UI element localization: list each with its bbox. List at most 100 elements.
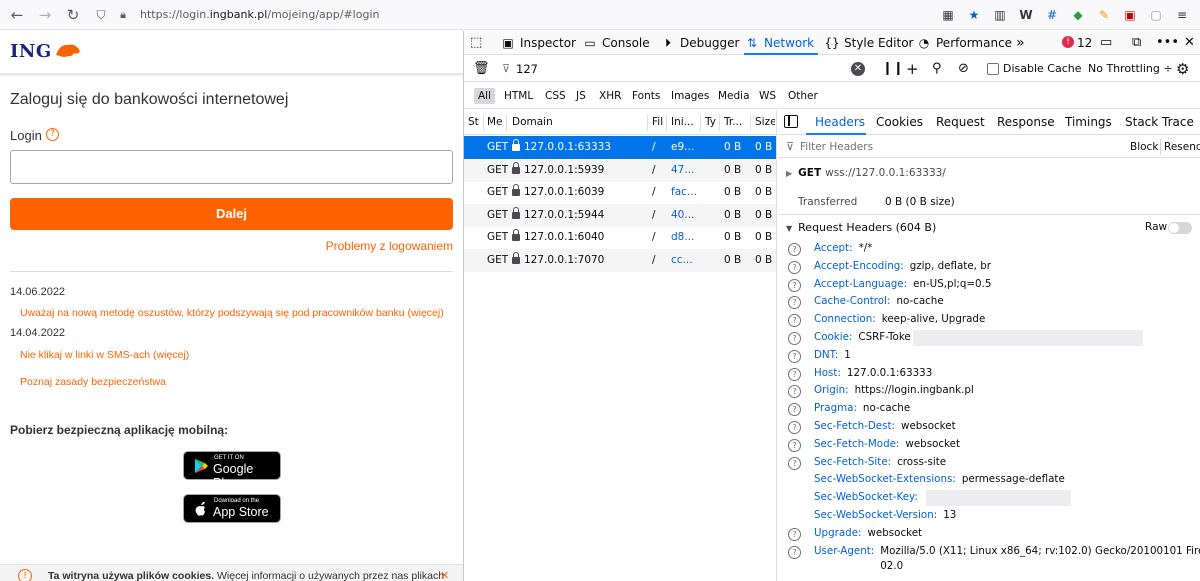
header-row[interactable]: ? Connection: keep-alive, Upgrade	[778, 311, 1200, 329]
header-row[interactable]: ? Cache-Control: no-cache	[778, 293, 1200, 311]
header-row[interactable]: ? DNT: 1	[778, 347, 1200, 365]
back-icon[interactable]: ←	[6, 4, 28, 26]
header-row[interactable]: ? Accept-Encoding: gzip, deflate, br	[778, 258, 1200, 276]
tab-style-editor[interactable]: {} Style Editor	[824, 31, 913, 55]
header-row[interactable]: Sec-WebSocket-Extensions: permessage-defl…	[778, 471, 1200, 489]
tab-debugger[interactable]: ⏵ Debugger	[660, 31, 739, 55]
throttling-select[interactable]: No Throttling ÷	[1088, 56, 1173, 82]
header-row[interactable]: Sec-WebSocket-Key:	[778, 489, 1200, 507]
tab-console[interactable]: ▭ Console	[582, 31, 649, 55]
tab-network[interactable]: ⇅ Network	[744, 31, 814, 55]
submit-button[interactable]: Dalej	[10, 198, 453, 230]
expand-arrow-icon[interactable]: ▶	[786, 169, 792, 178]
w-extension-icon[interactable]: W	[1016, 5, 1036, 25]
tab-stack-trace[interactable]: Stack Trace	[1125, 110, 1194, 134]
col-method[interactable]: Me	[487, 110, 505, 135]
security-rules-link[interactable]: Poznaj zasady bezpieczeństwa	[20, 376, 166, 388]
help-icon[interactable]: ?	[46, 128, 59, 141]
tab-inspector[interactable]: ▣ Inspector	[500, 31, 576, 55]
tab-cookies[interactable]: Cookies	[876, 110, 923, 134]
table-row[interactable]: GET 127.0.0.1:7070 / cc... 0 B 0 B	[464, 249, 776, 272]
column-divider[interactable]	[750, 114, 751, 131]
bookmark-star-icon[interactable]: ★	[964, 5, 984, 25]
more-options-icon[interactable]: •••	[1156, 31, 1179, 55]
raw-toggle[interactable]	[1168, 222, 1192, 234]
header-row[interactable]: ? Pragma: no-cache	[778, 400, 1200, 418]
lock-icon[interactable]: 🔒︎	[112, 4, 134, 26]
help-icon[interactable]: ?	[788, 403, 801, 417]
summary-url[interactable]: ▶ GET wss://127.0.0.1:63333/	[786, 167, 946, 179]
help-icon[interactable]: ?	[788, 545, 801, 559]
tab-timings[interactable]: Timings	[1065, 110, 1112, 134]
header-row[interactable]: ? Origin: https://login.ingbank.pl	[778, 382, 1200, 400]
type-filter-xhr[interactable]: XHR	[595, 88, 625, 104]
header-row[interactable]: ? Host: 127.0.0.1:63333	[778, 365, 1200, 383]
help-icon[interactable]: ?	[788, 332, 801, 345]
paint-extension-icon[interactable]: ✎	[1094, 5, 1114, 25]
help-icon[interactable]: ?	[788, 243, 801, 256]
type-filter-all[interactable]: All	[474, 88, 496, 104]
add-icon[interactable]: +	[906, 56, 919, 82]
col-size[interactable]: Size	[755, 110, 775, 135]
column-divider[interactable]	[700, 114, 701, 131]
help-icon[interactable]: ?	[788, 527, 801, 541]
filter-urls-input[interactable]: 127	[516, 56, 538, 82]
help-icon[interactable]: ?	[788, 260, 801, 274]
tab-request[interactable]: Request	[936, 110, 985, 134]
close-devtools-icon[interactable]: ✕	[1184, 31, 1195, 55]
header-row[interactable]: ? Accept: */*	[778, 240, 1200, 258]
column-divider[interactable]	[483, 114, 484, 131]
table-row[interactable]: GET 127.0.0.1:6040 / d8... 0 B 0 B	[464, 226, 776, 249]
type-filter-css[interactable]: CSS	[541, 88, 570, 104]
header-row[interactable]: Sec-WebSocket-Version: 13	[778, 507, 1200, 525]
search-icon[interactable]: ⚲	[932, 56, 942, 82]
clear-filter-icon[interactable]: ✕	[851, 62, 865, 76]
ing-logo[interactable]: ING	[10, 41, 52, 62]
table-row[interactable]: GET 127.0.0.1:63333 / e9... 0 B 0 B	[464, 136, 776, 159]
tab-headers[interactable]: Headers	[815, 110, 865, 134]
gear-icon[interactable]: ⚙	[1176, 56, 1189, 82]
column-divider[interactable]	[647, 114, 648, 131]
col-initiator[interactable]: Ini...	[671, 110, 699, 135]
type-filter-media[interactable]: Media	[714, 88, 754, 104]
error-icon[interactable]: !	[1062, 36, 1074, 48]
help-icon[interactable]: ?	[788, 349, 801, 363]
more-tabs-icon[interactable]: »	[1016, 31, 1025, 55]
element-picker-icon[interactable]: ⬚	[470, 31, 482, 55]
login-input[interactable]	[10, 150, 453, 184]
pause-icon[interactable]: ❙❙	[882, 56, 904, 82]
request-headers-section[interactable]: ▼ Request Headers (604 B)	[786, 221, 936, 234]
app-store-badge[interactable]: Download on the App Store	[183, 494, 281, 523]
responsive-mode-icon[interactable]: ▭	[1100, 31, 1112, 55]
type-filter-html[interactable]: HTML	[500, 88, 537, 104]
error-count[interactable]: 12	[1077, 31, 1092, 55]
help-icon[interactable]: ?	[788, 278, 801, 292]
header-row[interactable]: ? Upgrade: websocket	[778, 525, 1200, 543]
column-divider[interactable]	[719, 114, 720, 131]
type-filter-images[interactable]: Images	[667, 88, 713, 104]
news-link[interactable]: Uważaj na nową metodę oszustów, którzy p…	[20, 307, 444, 319]
col-status[interactable]: St	[468, 110, 483, 135]
disable-cache-label[interactable]: Disable Cache	[1003, 56, 1082, 82]
toggle-sidebar-icon[interactable]	[784, 115, 798, 128]
type-filter-other[interactable]: Other	[784, 88, 822, 104]
disable-cache-checkbox[interactable]	[987, 63, 999, 75]
help-icon[interactable]: ?	[788, 421, 801, 434]
close-icon[interactable]: ✕	[440, 569, 449, 581]
help-icon[interactable]: ?	[788, 385, 801, 399]
col-transferred[interactable]: Tr...	[724, 110, 748, 135]
help-icon[interactable]: ?	[788, 296, 801, 310]
header-row[interactable]: ? Sec-Fetch-Dest: websocket	[778, 418, 1200, 436]
dock-icon[interactable]: ⧉	[1132, 31, 1141, 55]
login-problems-link[interactable]: Problemy z logowaniem	[326, 239, 453, 253]
google-play-badge[interactable]: GET IT ON Google Play	[183, 451, 281, 490]
help-icon[interactable]: ?	[788, 438, 801, 452]
qr-icon[interactable]: ▦	[938, 5, 958, 25]
puzzle-extension-icon[interactable]: ◆	[1068, 5, 1088, 25]
column-divider[interactable]	[666, 114, 667, 131]
col-file[interactable]: Fil	[652, 110, 666, 135]
help-icon[interactable]: ?	[788, 314, 801, 328]
news-link[interactable]: Nie klikaj w linki w SMS-ach (więcej)	[20, 349, 189, 361]
type-filter-ws[interactable]: WS	[755, 88, 780, 104]
col-domain[interactable]: Domain	[512, 110, 642, 135]
